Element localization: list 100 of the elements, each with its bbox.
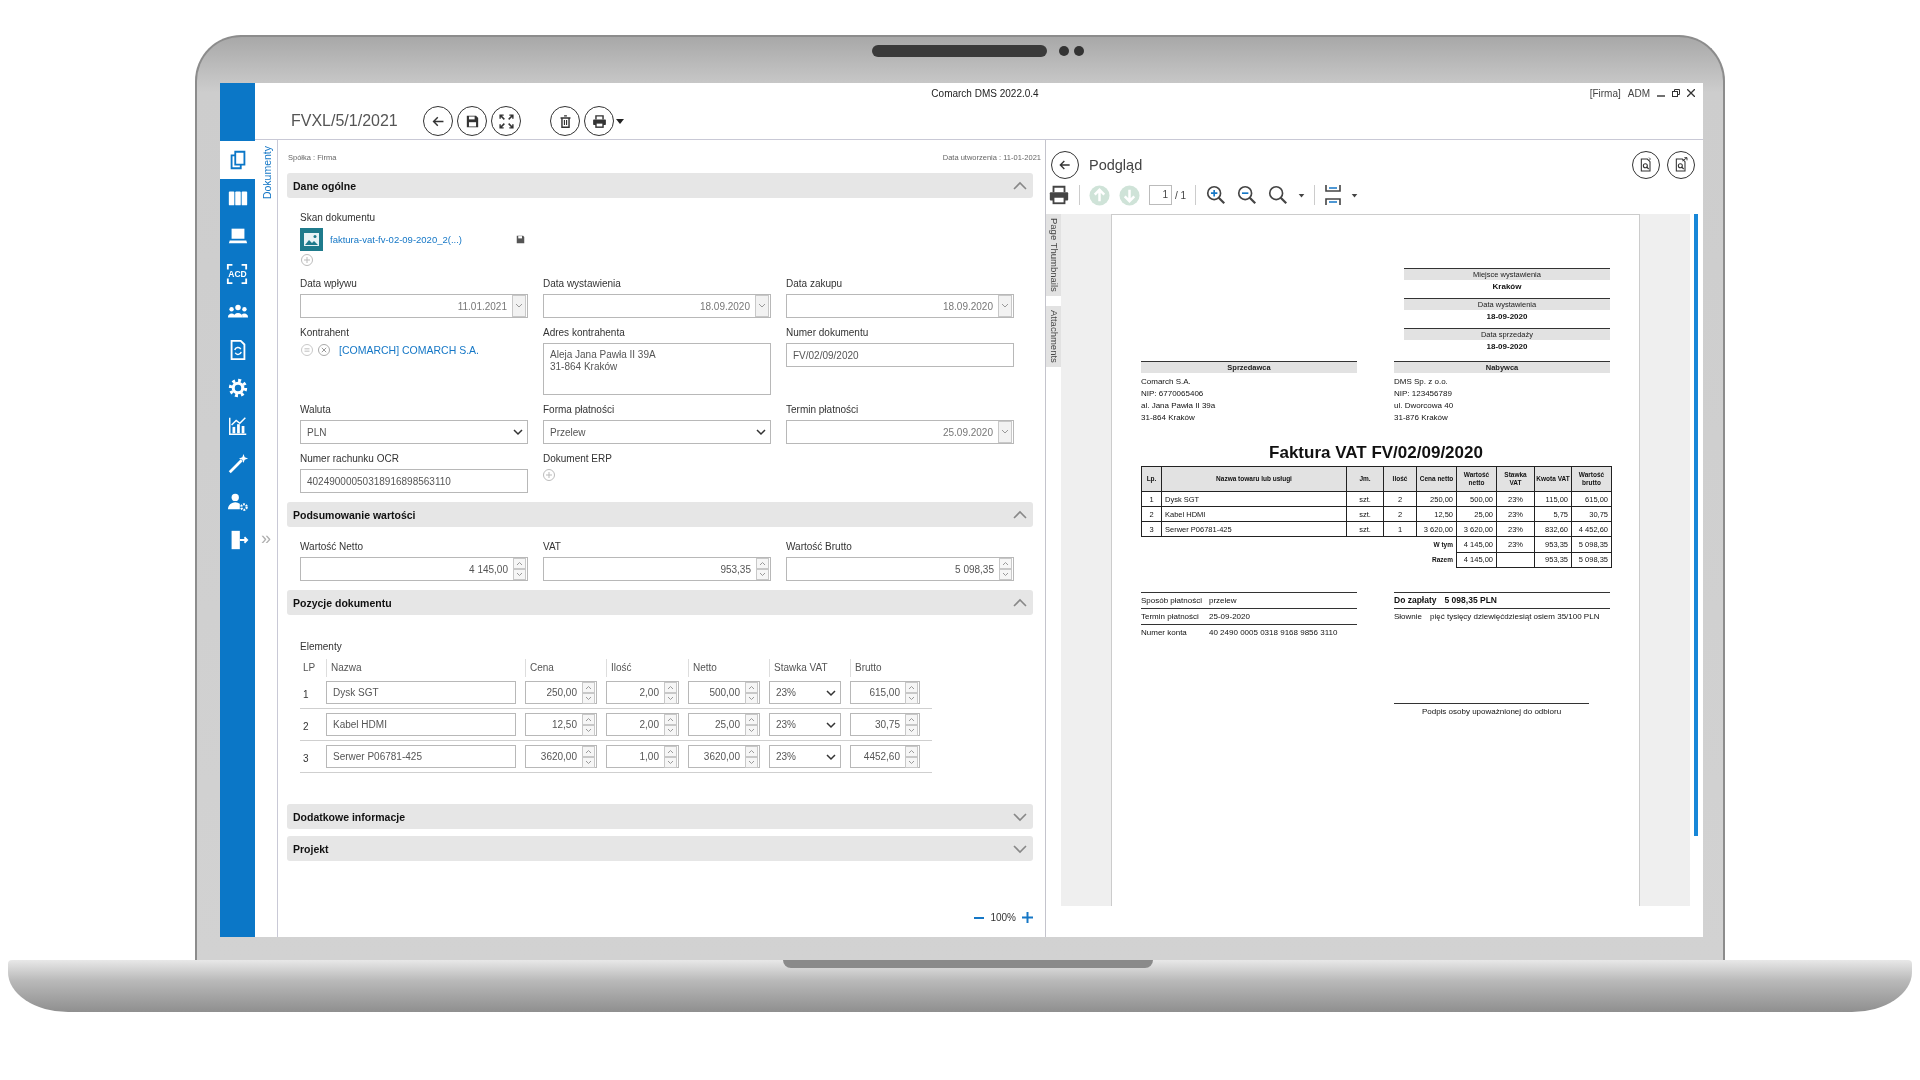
payment-value: 40 2490 0005 0318 9168 9856 3110 bbox=[1209, 626, 1339, 639]
chevron-down-icon[interactable] bbox=[826, 719, 836, 730]
spinner-icon[interactable] bbox=[905, 713, 918, 736]
scroll-bar[interactable] bbox=[1694, 214, 1698, 836]
text-field[interactable]: Kabel HDMI bbox=[326, 713, 516, 736]
caret-icon[interactable] bbox=[1298, 191, 1306, 199]
spinner-icon[interactable] bbox=[745, 713, 758, 736]
caret-icon[interactable] bbox=[615, 116, 625, 126]
spinner-icon[interactable] bbox=[664, 713, 677, 736]
search-icon[interactable] bbox=[1267, 184, 1290, 206]
chevron-up-icon[interactable] bbox=[1013, 180, 1027, 191]
field-label: Data wystawienia bbox=[543, 278, 622, 290]
magic-wand-icon bbox=[226, 453, 249, 475]
chevron-down-icon[interactable] bbox=[826, 751, 836, 762]
field-label: Wartość Brutto bbox=[786, 541, 853, 553]
file-link[interactable]: faktura-vat-fv-02-09-2020_2(...) bbox=[330, 234, 462, 245]
payment-label: Sposób płatności bbox=[1141, 594, 1203, 607]
select-field[interactable]: PLN bbox=[300, 420, 528, 444]
number-field[interactable]: 953,35 bbox=[543, 557, 771, 581]
text-field[interactable]: Dysk SGT bbox=[326, 681, 516, 704]
party-details: DMS Sp. z o.o. NIP: 123456789 ul. Dworcowa 40 31-876 Kraków bbox=[1394, 376, 1455, 424]
number-field[interactable]: 1,00 bbox=[606, 745, 679, 768]
number-field[interactable]: 30,75 bbox=[850, 713, 920, 736]
date-field[interactable]: 18.09.2020 bbox=[786, 294, 1014, 318]
spinner-icon[interactable] bbox=[905, 681, 918, 704]
number-field[interactable]: 615,00 bbox=[850, 681, 920, 704]
number-field[interactable]: 25,00 bbox=[688, 713, 760, 736]
side-tab[interactable]: Dokumenty bbox=[260, 146, 272, 200]
number-field[interactable]: 2,00 bbox=[606, 681, 679, 704]
document-export-icon bbox=[1673, 157, 1689, 173]
page-field[interactable]: 1 bbox=[1149, 185, 1172, 205]
chevron-up-icon[interactable] bbox=[1013, 509, 1027, 520]
sidebar-item[interactable]: ACD bbox=[220, 255, 255, 293]
field-label: Adres kontrahenta bbox=[543, 327, 626, 339]
user-gear-icon bbox=[226, 491, 249, 513]
sidebar-item[interactable] bbox=[220, 141, 255, 179]
chart-icon bbox=[226, 415, 249, 437]
side-tab[interactable]: Attachments bbox=[1046, 305, 1061, 367]
spinner-icon[interactable] bbox=[745, 681, 758, 704]
number-field[interactable]: 4 145,00 bbox=[300, 557, 528, 581]
section-header[interactable]: Dane ogólne bbox=[287, 173, 1033, 198]
spinner-icon[interactable] bbox=[756, 558, 769, 580]
section-header[interactable]: Podsumowanie wartości bbox=[287, 502, 1033, 527]
chevron-down-icon[interactable] bbox=[756, 427, 766, 437]
number-field[interactable]: 4452,60 bbox=[850, 745, 920, 768]
number-field[interactable]: 3620,00 bbox=[688, 745, 760, 768]
contractor-link[interactable]: [COMARCH] COMARCH S.A. bbox=[339, 344, 479, 356]
date-field[interactable]: 18.09.2020 bbox=[543, 294, 771, 318]
caret-icon[interactable] bbox=[1351, 191, 1359, 199]
page-layout-icon[interactable] bbox=[1324, 184, 1343, 206]
printer-icon[interactable] bbox=[1048, 184, 1070, 206]
column-header: Ilość bbox=[606, 659, 688, 677]
number-field[interactable]: 250,00 bbox=[525, 681, 597, 704]
number-field[interactable]: 2,00 bbox=[606, 713, 679, 736]
text-field[interactable]: FV/02/09/2020 bbox=[786, 343, 1014, 367]
spinner-icon[interactable] bbox=[745, 745, 758, 768]
chevron-up-icon[interactable] bbox=[1013, 597, 1027, 608]
spinner-icon[interactable] bbox=[582, 713, 595, 736]
section-header[interactable]: Projekt bbox=[287, 836, 1033, 861]
address-field[interactable]: Aleja Jana Pawła II 39A 31-864 Kraków bbox=[543, 343, 771, 395]
text-field[interactable]: 40249000050318916898563110 bbox=[300, 469, 528, 493]
spinner-icon[interactable] bbox=[582, 745, 595, 768]
row-number: 1 bbox=[302, 689, 310, 700]
column-header: Cena bbox=[525, 659, 606, 677]
spinner-icon[interactable] bbox=[664, 681, 677, 704]
close-icon[interactable] bbox=[1687, 89, 1695, 97]
select-field[interactable]: 23% bbox=[769, 681, 841, 704]
select-field[interactable]: 23% bbox=[769, 745, 841, 768]
zoom-in-icon[interactable] bbox=[1022, 912, 1033, 923]
spinner-icon[interactable] bbox=[513, 558, 526, 580]
column-header: Brutto bbox=[850, 659, 929, 677]
section-header[interactable]: Pozycje dokumentu bbox=[287, 590, 1033, 615]
number-field[interactable]: 12,50 bbox=[525, 713, 597, 736]
spinner-icon[interactable] bbox=[999, 558, 1012, 580]
chevron-down-icon[interactable] bbox=[513, 427, 523, 437]
number-field[interactable]: 5 098,35 bbox=[786, 557, 1014, 581]
restore-icon[interactable] bbox=[1672, 89, 1680, 97]
number-field[interactable]: 3620,00 bbox=[525, 745, 597, 768]
number-field[interactable]: 500,00 bbox=[688, 681, 760, 704]
spinner-icon[interactable] bbox=[582, 681, 595, 704]
field-label: Kontrahent bbox=[300, 327, 350, 339]
zoom-in-icon[interactable] bbox=[1205, 184, 1228, 206]
spinner-icon[interactable] bbox=[905, 745, 918, 768]
zoom-out-icon[interactable] bbox=[1236, 184, 1259, 206]
date-field[interactable]: 25.09.2020 bbox=[786, 420, 1014, 444]
scan-frame-icon bbox=[226, 263, 248, 285]
payment-label: Termin płatności bbox=[1141, 610, 1200, 623]
text-field[interactable]: Serwer P06781-425 bbox=[326, 745, 516, 768]
save-icon[interactable] bbox=[516, 235, 525, 244]
image-file-icon[interactable] bbox=[300, 228, 323, 251]
date-field[interactable]: 11.01.2021 bbox=[300, 294, 528, 318]
field-label: Waluta bbox=[300, 404, 332, 416]
spinner-icon[interactable] bbox=[664, 745, 677, 768]
side-tab[interactable]: Page Thumbnails bbox=[1046, 214, 1061, 296]
select-field[interactable]: Przelew bbox=[543, 420, 771, 444]
section-header[interactable]: Dodatkowe informacje bbox=[287, 804, 1033, 829]
clear-icon[interactable] bbox=[318, 344, 330, 356]
chevron-down-icon[interactable] bbox=[826, 687, 836, 698]
select-field[interactable]: 23% bbox=[769, 713, 841, 736]
amount-in-words: pięć tysięcy dziewięćdziesiąt osiem 35/100 PLN bbox=[1430, 610, 1600, 623]
